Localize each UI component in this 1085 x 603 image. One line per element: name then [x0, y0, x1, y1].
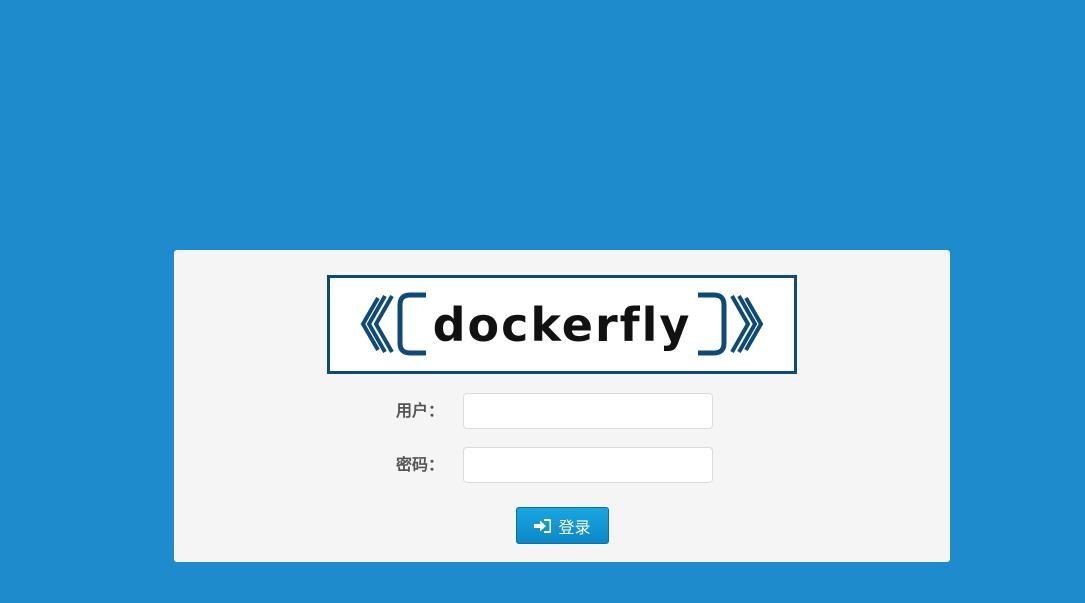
login-button[interactable]: 登录 [516, 507, 609, 544]
login-button-label: 登录 [558, 517, 591, 537]
password-label: 密码： [395, 455, 444, 474]
logo-right-bracket [698, 292, 727, 356]
username-row: 用户： [174, 393, 950, 429]
username-input[interactable] [463, 393, 713, 429]
password-input[interactable] [463, 447, 713, 483]
logo-left-bracket [397, 292, 426, 356]
password-row: 密码： [174, 447, 950, 483]
logo-right-chevrons [730, 295, 764, 353]
logo-text: dockerfly [433, 298, 692, 352]
logo-graphic: dockerfly [360, 292, 764, 356]
login-panel: dockerfly 用户： 密码： 登录 [174, 250, 950, 562]
logo-left-chevrons [360, 295, 394, 353]
dockerfly-logo: dockerfly [327, 275, 797, 374]
sign-in-icon [534, 518, 552, 533]
username-label: 用户： [395, 401, 444, 420]
